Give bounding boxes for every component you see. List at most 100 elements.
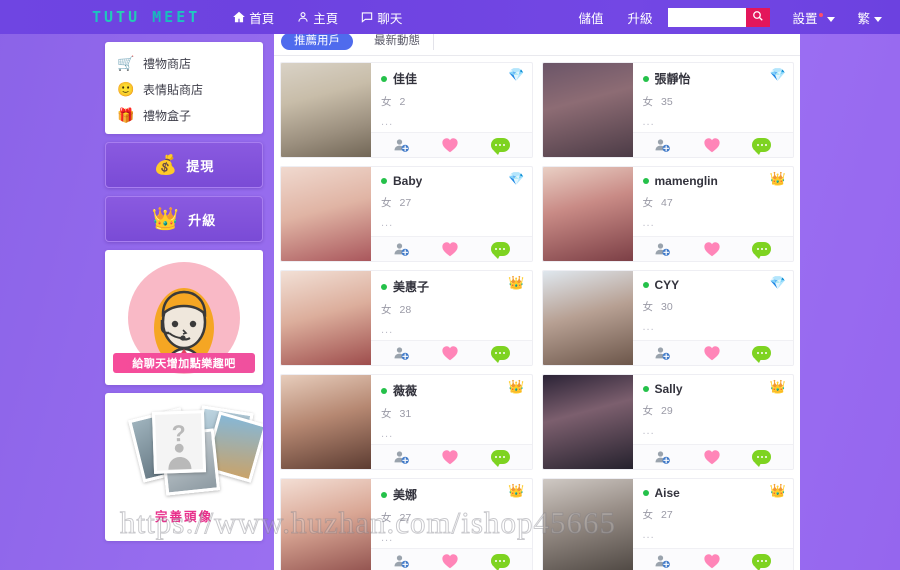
like-button[interactable]: [703, 553, 721, 569]
user-name: 薇薇: [393, 382, 417, 399]
user-name-row: 美娜: [381, 486, 524, 503]
message-button[interactable]: [491, 554, 510, 568]
message-button[interactable]: [491, 450, 510, 464]
add-friend-button[interactable]: [654, 137, 671, 153]
crown-badge-icon: 👑: [508, 484, 524, 497]
settings-menu[interactable]: 設置: [778, 8, 841, 27]
user-photo[interactable]: [543, 63, 633, 158]
message-button[interactable]: [491, 242, 510, 256]
message-button[interactable]: [491, 138, 510, 152]
user-card-body: 美惠子👑女28...: [371, 271, 532, 365]
user-name-row: Baby: [381, 174, 524, 188]
user-meta: 女2: [381, 94, 524, 109]
language-menu[interactable]: 繁: [841, 8, 886, 27]
chat-bubble-icon: [491, 554, 510, 568]
like-button[interactable]: [441, 449, 459, 465]
user-name-row: mamenglin: [643, 174, 786, 188]
like-button[interactable]: [703, 241, 721, 257]
withdraw-button-label: 提現: [186, 156, 214, 175]
user-photo[interactable]: [281, 271, 371, 366]
sidebar-item-sticker-shop-label: 表情貼商店: [143, 81, 203, 98]
message-button[interactable]: [752, 450, 771, 464]
user-photo[interactable]: [543, 271, 633, 366]
user-card[interactable]: Baby💎女27...: [280, 166, 533, 262]
user-card[interactable]: 佳佳💎女2...: [280, 62, 533, 158]
nav-item-profile[interactable]: 主頁: [296, 8, 338, 27]
message-button[interactable]: [752, 138, 771, 152]
message-button[interactable]: [752, 346, 771, 360]
user-card[interactable]: Sally👑女29...: [542, 374, 795, 470]
message-button[interactable]: [752, 554, 771, 568]
add-friend-button[interactable]: [393, 345, 410, 361]
like-button[interactable]: [441, 241, 459, 257]
search-input[interactable]: [668, 8, 746, 27]
user-card[interactable]: Aise👑女27...: [542, 478, 795, 570]
like-button[interactable]: [441, 137, 459, 153]
add-friend-button[interactable]: [654, 345, 671, 361]
user-age: 35: [661, 96, 673, 108]
user-card[interactable]: 張靜怡💎女35...: [542, 62, 795, 158]
home-icon: [232, 10, 246, 24]
diamond-badge-icon: 💎: [508, 172, 524, 185]
user-gender: 女: [643, 94, 654, 109]
sidebar-item-gift-box[interactable]: 🎁 禮物盒子: [105, 102, 263, 128]
like-button[interactable]: [703, 345, 721, 361]
add-friend-button[interactable]: [393, 449, 410, 465]
user-photo[interactable]: [543, 375, 633, 470]
svg-text:?: ?: [171, 420, 186, 446]
recharge-link[interactable]: 儲值: [566, 8, 615, 27]
add-friend-icon: [393, 241, 410, 257]
user-gender: 女: [381, 510, 392, 525]
user-photo[interactable]: [281, 375, 371, 470]
tab-latest-activity[interactable]: 最新動態: [361, 33, 434, 50]
user-photo[interactable]: [543, 167, 633, 262]
like-button[interactable]: [703, 137, 721, 153]
site-logo[interactable]: TUTU MEET: [92, 8, 200, 26]
like-button[interactable]: [441, 345, 459, 361]
sidebar-item-gift-shop-label: 禮物商店: [143, 55, 191, 72]
search-box: [668, 8, 770, 27]
message-button[interactable]: [491, 346, 510, 360]
add-friend-button[interactable]: [654, 553, 671, 569]
user-photo[interactable]: [281, 167, 371, 262]
add-friend-button[interactable]: [393, 241, 410, 257]
user-photo[interactable]: [543, 479, 633, 570]
heart-icon: [441, 449, 459, 465]
add-friend-button[interactable]: [654, 241, 671, 257]
crown-badge-icon: 👑: [508, 276, 524, 289]
user-photo[interactable]: [281, 479, 371, 570]
user-card[interactable]: 薇薇👑女31...: [280, 374, 533, 470]
search-button[interactable]: [746, 8, 770, 27]
user-photo[interactable]: [281, 63, 371, 158]
add-friend-icon: [654, 345, 671, 361]
complete-avatar-card[interactable]: ? 完善頭像: [105, 393, 263, 541]
user-bio: ...: [643, 529, 786, 541]
sidebar-item-sticker-shop[interactable]: 🙂 表情貼商店: [105, 76, 263, 102]
chat-bubble-icon: [491, 346, 510, 360]
chat-bubble-icon: [752, 450, 771, 464]
customer-service-card[interactable]: 給聊天增加點樂趣吧: [105, 250, 263, 385]
add-friend-button[interactable]: [654, 449, 671, 465]
upgrade-button[interactable]: 👑 升級: [105, 196, 263, 242]
tab-recommended-users[interactable]: 推薦用戶: [281, 33, 353, 50]
user-card[interactable]: 美娜👑女27...: [280, 478, 533, 570]
withdraw-button[interactable]: 💰 提現: [105, 142, 263, 188]
upgrade-link[interactable]: 升級: [615, 8, 664, 27]
sidebar-item-gift-shop[interactable]: 🛒 禮物商店: [105, 50, 263, 76]
user-card[interactable]: 美惠子👑女28...: [280, 270, 533, 366]
user-card[interactable]: mamenglin👑女47...: [542, 166, 795, 262]
user-gender: 女: [381, 195, 392, 210]
add-friend-button[interactable]: [393, 553, 410, 569]
user-card[interactable]: CYY💎女30...: [542, 270, 795, 366]
user-icon: [296, 10, 310, 24]
user-card-body: 美娜👑女27...: [371, 479, 532, 570]
nav-item-chat[interactable]: 聊天: [360, 8, 402, 27]
chat-bubble-icon: [752, 554, 771, 568]
user-name-row: 薇薇: [381, 382, 524, 399]
like-button[interactable]: [703, 449, 721, 465]
add-friend-button[interactable]: [393, 137, 410, 153]
nav-item-home[interactable]: 首頁: [232, 8, 274, 27]
chat-fun-banner[interactable]: 給聊天增加點樂趣吧: [113, 353, 255, 373]
message-button[interactable]: [752, 242, 771, 256]
like-button[interactable]: [441, 553, 459, 569]
